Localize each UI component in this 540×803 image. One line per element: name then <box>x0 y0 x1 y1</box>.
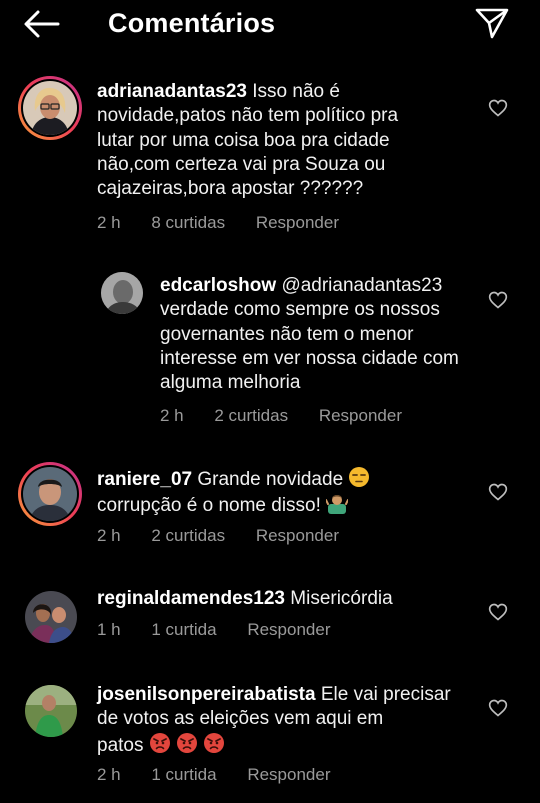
comment-meta: 1 h 1 curtida Responder <box>97 619 356 641</box>
comment-time: 1 h <box>97 620 121 639</box>
avatar[interactable] <box>24 590 78 644</box>
angry-face-emoji-icon <box>149 732 170 753</box>
comment-username[interactable]: raniere_07 <box>97 469 192 490</box>
avatar[interactable] <box>24 684 78 738</box>
angry-face-emoji-icon <box>177 732 198 753</box>
comment-username[interactable]: reginaldamendes123 <box>97 588 285 609</box>
reply-button[interactable]: Responder <box>319 405 402 427</box>
comment-username[interactable]: josenilsonpereirabatista <box>97 684 316 705</box>
comment-time: 2 h <box>160 406 184 425</box>
heart-icon[interactable] <box>488 698 508 718</box>
avatar[interactable] <box>18 462 82 526</box>
heart-icon[interactable] <box>488 602 508 622</box>
avatar[interactable] <box>18 76 82 140</box>
comment-item: raniere_07 Grande novidade corrupção é o… <box>0 458 540 558</box>
comment-body: Misericórdia <box>290 588 393 609</box>
unamused-face-emoji-icon <box>349 467 370 487</box>
reply-button[interactable]: Responder <box>256 525 339 547</box>
comment-text: josenilsonpereirabatista Ele vai precisa… <box>97 683 472 758</box>
comment-meta: 2 h 2 curtidas Responder <box>97 525 365 547</box>
reply-button[interactable]: Responder <box>247 619 330 641</box>
comment-text: edcarloshow @adrianadantas23 verdade com… <box>160 274 472 395</box>
comment-time: 2 h <box>97 765 121 784</box>
heart-icon[interactable] <box>488 98 508 118</box>
comment-text: raniere_07 Grande novidade corrupção é o… <box>97 466 427 519</box>
comment-likes[interactable]: 8 curtidas <box>151 212 225 234</box>
send-button[interactable] <box>474 5 510 41</box>
back-button[interactable] <box>22 8 62 40</box>
page-title: Comentários <box>108 8 276 38</box>
paper-plane-icon <box>475 8 509 39</box>
arrow-left-icon <box>24 10 60 38</box>
comment-reply-item: edcarloshow @adrianadantas23 verdade com… <box>0 265 540 435</box>
comment-likes[interactable]: 2 curtidas <box>214 405 288 427</box>
comment-item: adrianadantas23 Isso não é novidade,pato… <box>0 72 540 242</box>
comment-meta: 2 h 2 curtidas Responder <box>160 405 428 427</box>
reply-button[interactable]: Responder <box>256 212 339 234</box>
person-shrugging-emoji-icon <box>326 495 349 515</box>
comment-likes[interactable]: 2 curtidas <box>151 525 225 547</box>
heart-icon[interactable] <box>488 482 508 502</box>
comment-likes[interactable]: 1 curtida <box>151 619 216 641</box>
comment-likes[interactable]: 1 curtida <box>151 764 216 786</box>
comment-item: josenilsonpereirabatista Ele vai precisa… <box>0 680 540 800</box>
comment-text: adrianadantas23 Isso não é novidade,pato… <box>97 80 422 201</box>
header-bar: Comentários <box>0 0 540 48</box>
comment-item: reginaldamendes123 Misericórdia 1 h 1 cu… <box>0 584 540 654</box>
angry-face-emoji-icon <box>204 732 225 753</box>
avatar[interactable] <box>100 271 144 315</box>
comment-text: reginaldamendes123 Misericórdia <box>97 587 467 611</box>
comment-time: 2 h <box>97 526 121 545</box>
heart-icon[interactable] <box>488 290 508 310</box>
comment-body: patos <box>97 734 144 756</box>
comment-meta: 2 h 1 curtida Responder <box>97 764 356 786</box>
comment-username[interactable]: adrianadantas23 <box>97 81 247 102</box>
comment-username[interactable]: edcarloshow <box>160 275 276 296</box>
comment-time: 2 h <box>97 213 121 232</box>
comment-body: corrupção é o nome disso! <box>97 495 321 517</box>
comment-meta: 2 h 8 curtidas Responder <box>97 212 365 234</box>
reply-button[interactable]: Responder <box>247 764 330 786</box>
comment-body: Grande novidade <box>197 469 344 490</box>
